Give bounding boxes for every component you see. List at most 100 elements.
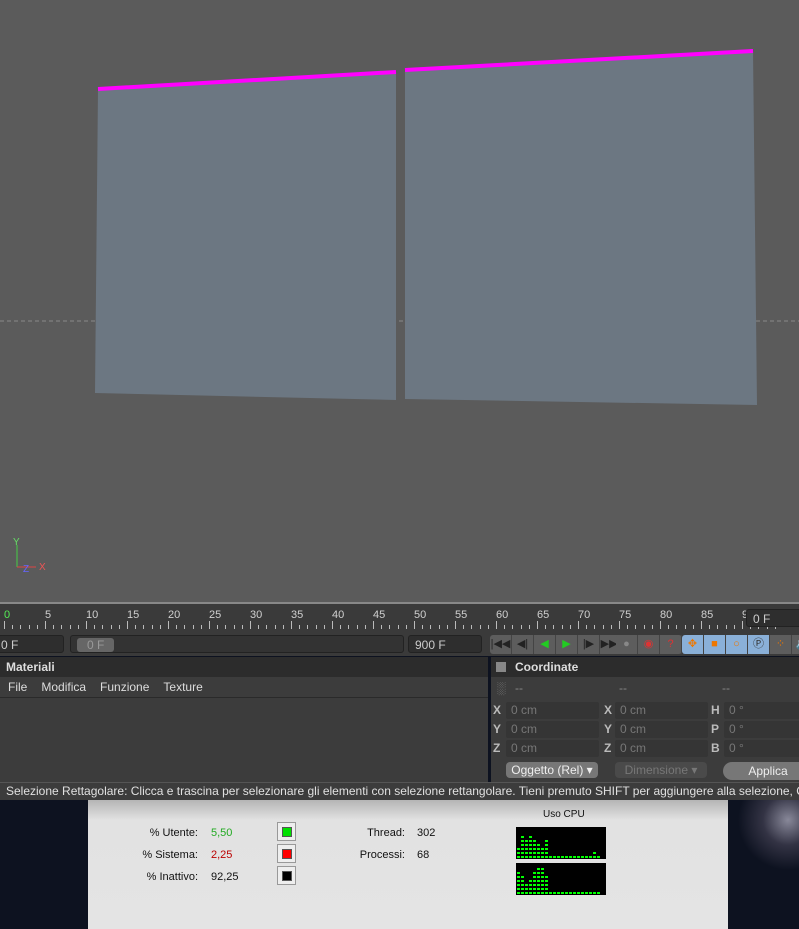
tick	[217, 625, 219, 629]
axis-label: P	[711, 722, 720, 736]
tick	[397, 625, 399, 629]
tick	[323, 625, 325, 629]
start-frame-field[interactable]: 0 F	[0, 635, 64, 653]
menu-item[interactable]: Modifica	[41, 677, 86, 697]
transport-button[interactable]: ▶	[556, 635, 578, 654]
cpu-bar-segment	[589, 892, 592, 894]
axis-label: Y	[604, 722, 613, 736]
axis-label: B	[711, 741, 720, 755]
cpu-bar-segment	[589, 856, 592, 858]
tick	[487, 625, 489, 629]
cpu-bar-segment	[585, 892, 588, 894]
coordinate-field[interactable]: 0 cm	[615, 721, 708, 738]
tool-buttons: ✥■○Ⓟ⁘🔊	[682, 635, 799, 654]
materials-title: Materiali	[0, 657, 488, 677]
transport-button[interactable]: |◀◀	[490, 635, 512, 654]
tick	[545, 625, 547, 629]
header-size: --	[619, 681, 627, 695]
3d-viewport[interactable]: Y Z X	[0, 0, 799, 602]
tick	[471, 625, 473, 629]
slider-thumb[interactable]: 0 F	[77, 638, 115, 652]
tick	[709, 625, 711, 629]
cpu-bar-segment	[529, 880, 532, 882]
coordinate-field[interactable]: 0 cm	[615, 702, 708, 719]
cpu-bar-segment	[521, 852, 524, 854]
idle-color-swatch[interactable]	[277, 866, 296, 885]
desktop-background	[728, 800, 799, 929]
move-icon[interactable]: ✥	[682, 635, 704, 654]
cpu-bar-segment	[537, 876, 540, 878]
coordinate-field[interactable]: 0 cm	[506, 702, 599, 719]
current-frame-field[interactable]: 0 F	[746, 609, 799, 627]
cpu-bar-segment	[517, 876, 520, 878]
tick	[701, 621, 702, 629]
rotate-icon[interactable]: ○	[726, 635, 748, 654]
tick	[184, 625, 186, 629]
menu-item[interactable]: Texture	[163, 677, 202, 697]
coordinate-field[interactable]: 0 cm	[615, 740, 708, 757]
cpu-bar-segment	[521, 840, 524, 842]
cpu-bar-segment	[537, 856, 540, 858]
tick	[496, 621, 497, 629]
system-color-swatch[interactable]	[277, 844, 296, 863]
points-icon[interactable]: ⁘	[770, 635, 792, 654]
autokey-icon[interactable]: ◉	[638, 635, 660, 654]
transport-button[interactable]: ◀|	[512, 635, 534, 654]
cpu-bar-segment	[529, 844, 532, 846]
coordinate-field[interactable]: 0 cm	[506, 740, 599, 757]
help-icon[interactable]: ?	[660, 635, 682, 654]
cpu-bar-segment	[521, 844, 524, 846]
cpu-bar-segment	[541, 884, 544, 886]
cpu-bar-segment	[593, 856, 596, 858]
cpu-bar-segment	[537, 852, 540, 854]
sound-icon[interactable]: 🔊	[792, 635, 799, 654]
frame-label: 85	[701, 609, 714, 621]
user-color-swatch[interactable]	[277, 822, 296, 841]
coordinate-field[interactable]: 0 °	[724, 702, 799, 719]
user-label: % Utente:	[149, 827, 198, 839]
cpu-bar-segment	[565, 856, 568, 858]
header-position: --	[515, 681, 523, 695]
cpu-bar-segment	[533, 856, 536, 858]
tick	[553, 625, 555, 629]
mode-dropdown[interactable]: Oggetto (Rel) ▾	[506, 762, 598, 778]
cpu-bar-segment	[577, 892, 580, 894]
tick	[28, 625, 30, 629]
system-value: 2,25	[211, 849, 233, 861]
menu-item[interactable]: Funzione	[100, 677, 149, 697]
timeline-ruler[interactable]: 051015202530354045505560657075808590	[0, 602, 799, 633]
cpu-bar-segment	[521, 876, 524, 878]
frame-slider[interactable]: 0 F	[70, 635, 404, 653]
transport-button[interactable]: ◀	[534, 635, 556, 654]
apply-button[interactable]: Applica	[723, 762, 799, 780]
tick	[512, 625, 514, 629]
panel-icon	[496, 662, 506, 672]
coordinates-title: Coordinate	[491, 657, 799, 677]
coordinate-field[interactable]: 0 °	[724, 721, 799, 738]
cpu-bar-segment	[517, 892, 520, 894]
menu-item[interactable]: File	[8, 677, 27, 697]
cpu-bar-segment	[521, 888, 524, 890]
process-value: 68	[417, 849, 430, 861]
cpu-bar-segment	[525, 852, 528, 854]
tick	[135, 625, 137, 629]
size-dropdown[interactable]: Dimensione ▾	[615, 762, 707, 778]
coordinate-field[interactable]: 0 °	[724, 740, 799, 757]
end-frame-field[interactable]: 900 F	[408, 635, 482, 653]
scale-icon[interactable]: ■	[704, 635, 726, 654]
coordinate-field[interactable]: 0 cm	[506, 721, 599, 738]
y-axis-label: Y	[13, 537, 20, 548]
cpu-bar-segment	[525, 844, 528, 846]
cpu-bar-segment	[577, 856, 580, 858]
materials-area[interactable]	[0, 697, 488, 782]
record-off-icon[interactable]: ●	[616, 635, 638, 654]
cpu-bar-segment	[549, 892, 552, 894]
parameter-icon[interactable]: Ⓟ	[748, 635, 770, 654]
tick	[110, 625, 112, 629]
frame-label: 0	[4, 609, 11, 621]
tick	[463, 625, 465, 629]
cpu-bar-segment	[529, 840, 532, 842]
transport-button[interactable]: |▶	[578, 635, 600, 654]
idle-label: % Inattivo:	[146, 871, 198, 883]
tick	[69, 625, 71, 629]
